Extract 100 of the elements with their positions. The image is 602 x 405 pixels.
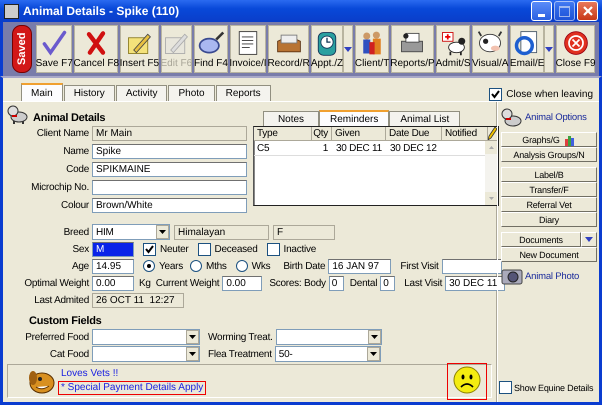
checkbox[interactable]	[489, 88, 502, 101]
option-button[interactable]: Graphs/G	[501, 132, 597, 147]
text-field[interactable]: Spike	[92, 144, 247, 158]
birth-date-field[interactable]: 16 JAN 97	[328, 258, 392, 274]
caret-icon	[344, 46, 352, 52]
last-admitted-field[interactable]: 26 OCT 11 12:27	[92, 292, 184, 308]
option-button[interactable]: New Document	[501, 247, 597, 262]
menu-arrow-button[interactable]	[544, 25, 554, 73]
field-label: Flea Treatment	[208, 348, 272, 360]
option-button[interactable]: Referral Vet	[501, 197, 597, 212]
column-header[interactable]: Given	[332, 127, 386, 141]
toolbar-button[interactable]: Invoice/I	[230, 25, 266, 73]
tab[interactable]: History	[64, 85, 115, 101]
sex-field[interactable]: M	[92, 242, 134, 256]
field-label: Code	[65, 164, 89, 174]
field-label: Dental	[350, 278, 378, 288]
column-header[interactable]: Type	[254, 127, 312, 141]
toolbar-button[interactable]: Email/E	[510, 25, 544, 73]
checkbox[interactable]	[198, 242, 211, 256]
dropdown-arrow-icon	[159, 230, 166, 234]
toolbar-button[interactable]: Insert F5	[120, 25, 159, 73]
tab[interactable]: Main	[21, 83, 63, 101]
tab[interactable]: Animal List	[389, 111, 460, 126]
checkbox[interactable]	[499, 381, 512, 394]
option-button[interactable]: Label/B	[501, 167, 597, 182]
section-title: Custom Fields	[29, 315, 103, 327]
table-cell-text: 1	[322, 142, 329, 154]
dropdown[interactable]: 50-	[274, 346, 381, 362]
table-cell-text: C5	[256, 142, 270, 154]
option-button[interactable]: Diary	[501, 212, 597, 227]
field-label: Optimal Weight	[23, 278, 89, 288]
dropdown[interactable]	[276, 329, 382, 345]
optimal-weight-field[interactable]: 0.00	[92, 276, 134, 290]
table-cell-text: 30 DEC 12	[389, 142, 438, 154]
column-header[interactable]: Qty	[312, 127, 332, 141]
dog-icon	[28, 368, 56, 394]
checkbox-label: Deceased	[214, 244, 258, 254]
checkbox[interactable]	[143, 242, 156, 256]
tab[interactable]: Notes	[263, 111, 319, 126]
breed-name-field[interactable]: Himalayan	[174, 224, 269, 240]
current-weight-field[interactable]: 0.00	[222, 276, 262, 290]
dropdown[interactable]	[92, 346, 200, 362]
close-button[interactable]	[577, 1, 598, 21]
option-button[interactable]: Analysis Groups/N	[501, 147, 597, 162]
dropdown[interactable]	[92, 329, 200, 345]
tab[interactable]: Activity	[116, 85, 168, 101]
toolbar-button[interactable]: Record/R	[268, 25, 309, 73]
toolbar-button[interactable]: Visual/A	[472, 25, 508, 73]
age-field[interactable]: 14.95	[92, 258, 134, 274]
field-label: Last Admited	[33, 294, 89, 306]
toolbar-button[interactable]: Appt./Z	[310, 25, 344, 73]
toolbar-button[interactable]: Close F9	[556, 25, 595, 73]
field-label: Birth Date	[283, 260, 326, 272]
column-header[interactable]: Date Due	[386, 127, 442, 141]
toolbar-button[interactable]: Cancel F8	[74, 25, 118, 73]
toolbar-button[interactable]: Admit/S	[436, 25, 470, 73]
checkbox[interactable]	[266, 242, 280, 256]
text-field[interactable]: Brown/White	[92, 198, 247, 212]
last-visit-field[interactable]: 30 DEC 11	[445, 276, 506, 290]
option-button[interactable]: Documents	[501, 232, 581, 247]
checkbox-label: Neuter	[160, 244, 189, 254]
field-label: First Visit	[400, 260, 439, 272]
option-button[interactable]: Transfer/F	[501, 182, 597, 197]
field-label: Scores: Body	[269, 278, 326, 288]
radio-button[interactable]	[236, 260, 248, 272]
dog-icon	[501, 106, 523, 128]
body-score-field[interactable]: 0	[328, 276, 344, 290]
tab[interactable]: Reminders	[319, 110, 390, 126]
text-field[interactable]	[92, 180, 247, 194]
minimize-button[interactable]	[531, 1, 552, 21]
field-label: Breed	[62, 226, 89, 238]
field-label: Cat Food	[48, 348, 89, 360]
radio-label: Wks	[252, 260, 270, 272]
section-title: Animal Options	[525, 112, 587, 122]
caret-icon	[545, 46, 554, 52]
tab[interactable]: Reports	[216, 85, 271, 101]
menu-arrow-button[interactable]	[343, 25, 354, 73]
text-field[interactable]: Mr Main	[92, 126, 247, 140]
dropdown-arrow-icon	[189, 335, 196, 339]
checkbox-label: Inactive	[284, 244, 316, 254]
radio-button[interactable]	[190, 260, 202, 272]
toolbar-button[interactable]: Find F4	[194, 25, 228, 73]
toolbar-button[interactable]: Save F7	[36, 25, 72, 73]
toolbar-button[interactable]: Client/T	[355, 25, 390, 73]
breed-dropdown[interactable]: HIM	[92, 224, 170, 240]
radio-button[interactable]	[143, 260, 155, 272]
dog-icon	[439, 29, 468, 57]
checkbox-label: Show Equine Details	[514, 382, 594, 392]
first-visit-field[interactable]	[442, 258, 502, 274]
table-cell-text: 30 DEC 11	[335, 142, 383, 154]
text-field[interactable]: SPIKMAINE	[92, 162, 247, 176]
dental-score-field[interactable]: 0	[380, 276, 396, 290]
maximize-button[interactable]	[554, 1, 575, 21]
tab[interactable]: Photo	[168, 85, 215, 101]
alert-text: * Special Payment Details Apply	[58, 381, 206, 395]
animal-photo-link[interactable]: Animal Photo	[525, 270, 580, 282]
field-label: Last Visit	[404, 278, 442, 288]
toolbar-button[interactable]: Reports/P	[391, 25, 434, 73]
check-icon	[40, 29, 68, 57]
breed-code-field[interactable]: F	[273, 224, 335, 240]
